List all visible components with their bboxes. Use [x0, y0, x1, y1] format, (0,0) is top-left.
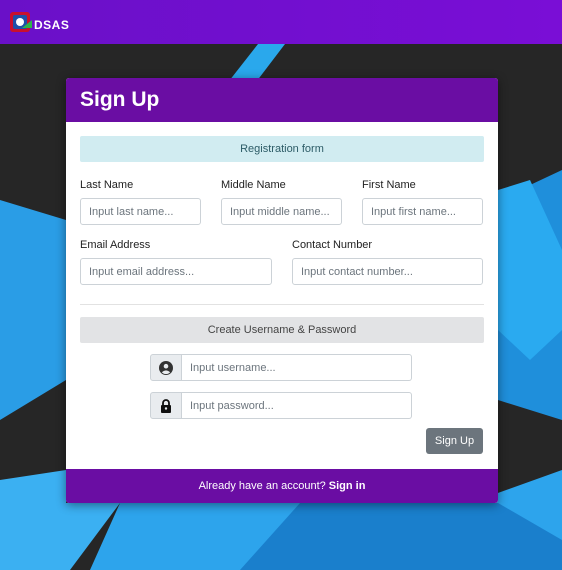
user-circle-icon	[150, 354, 182, 381]
middle-name-label: Middle Name	[221, 179, 286, 191]
card-header: Sign Up	[66, 78, 498, 122]
first-name-input[interactable]: Input first name...	[362, 198, 483, 225]
signup-card: Sign Up Registration form Last Name Inpu…	[66, 78, 498, 503]
card-body: Registration form Last Name Input last n…	[66, 122, 498, 469]
username-input[interactable]: Input username...	[182, 354, 412, 381]
middle-name-input[interactable]: Input middle name...	[221, 198, 342, 225]
last-name-input[interactable]: Input last name...	[80, 198, 201, 225]
contact-number-input[interactable]: Input contact number...	[292, 258, 483, 285]
logo-emblem-icon	[10, 12, 32, 32]
logo-text: DSAS	[34, 18, 70, 32]
email-input[interactable]: Input email address...	[80, 258, 272, 285]
footer-text: Already have an account?	[198, 480, 326, 492]
lock-icon	[150, 392, 182, 419]
page-title: Sign Up	[80, 88, 160, 111]
email-label: Email Address	[80, 239, 151, 251]
last-name-label: Last Name	[80, 179, 134, 191]
card-footer: Already have an account? Sign in	[66, 469, 498, 503]
top-navbar: DSAS	[0, 0, 562, 44]
signin-link[interactable]: Sign in	[329, 480, 366, 492]
contact-number-label: Contact Number	[292, 239, 373, 251]
username-group: Input username...	[150, 354, 412, 381]
registration-banner: Registration form	[80, 136, 484, 162]
signup-button[interactable]: Sign Up	[426, 428, 483, 454]
app-logo[interactable]: DSAS	[8, 10, 69, 34]
credentials-banner: Create Username & Password	[80, 317, 484, 343]
section-divider	[80, 304, 484, 305]
password-input[interactable]: Input password...	[182, 392, 412, 419]
first-name-label: First Name	[362, 179, 416, 191]
password-group: Input password...	[150, 392, 412, 419]
